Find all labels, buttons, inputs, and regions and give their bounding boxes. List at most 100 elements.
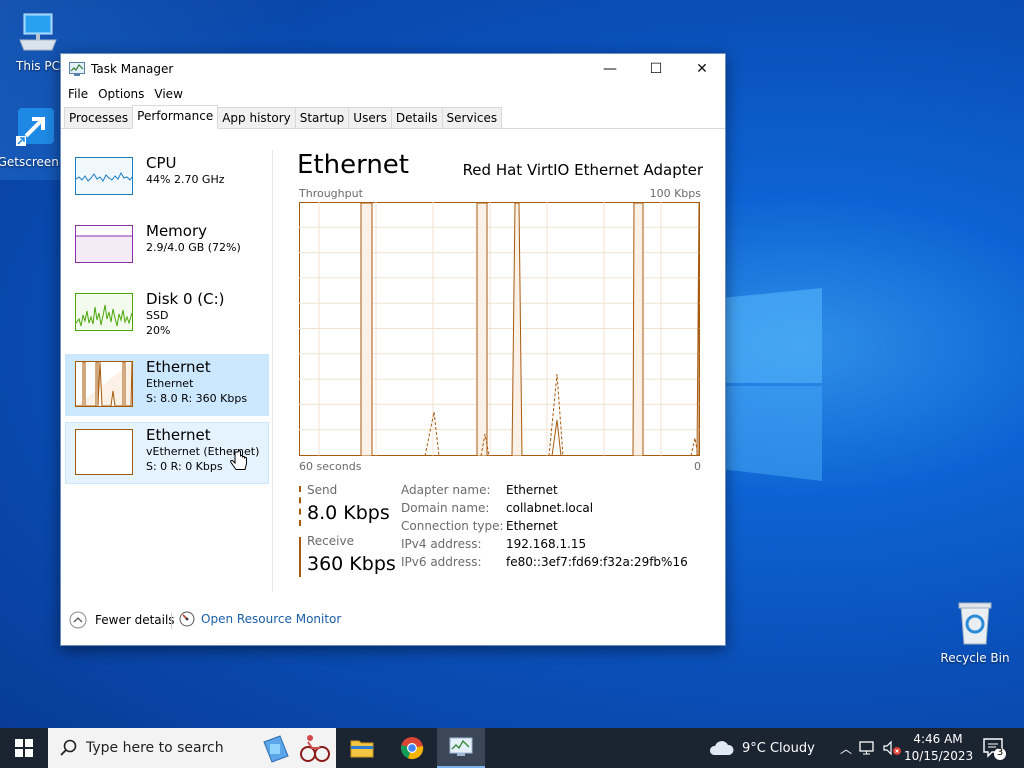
tab-bar: Processes Performance App history Startu… [61,105,725,129]
tab-details[interactable]: Details [390,107,443,128]
taskbar-chrome[interactable] [388,728,436,768]
adapter-description: Red Hat VirtIO Ethernet Adapter [462,161,703,179]
resource-title: Ethernet [146,426,211,444]
tab-services[interactable]: Services [441,107,503,128]
receive-label: Receive [307,534,354,548]
resource-item-memory[interactable]: Memory 2.9/4.0 GB (72%) [65,218,269,280]
desktop-icon-recycle-bin[interactable]: Recycle Bin [937,600,1013,665]
resource-item-cpu[interactable]: CPU 44% 2.70 GHz [65,150,269,212]
taskbar-task-manager[interactable] [437,728,485,768]
fewer-details-button[interactable]: Fewer details [69,611,175,629]
property-value: Ethernet [506,483,558,497]
fewer-details-label: Fewer details [95,613,175,627]
property-value: fe80::3ef7:fd69:f32a:29fb%16 [506,555,688,569]
resource-detail: SSD [146,309,169,322]
open-resource-monitor-link[interactable]: Open Resource Monitor [179,611,341,627]
title-bar[interactable]: Task Manager — ☐ ✕ [61,54,725,84]
notification-center-button[interactable]: 3 [982,736,1006,763]
ethernet-thumbnail-graph [75,361,133,407]
resource-detail: 2.9/4.0 GB (72%) [146,241,241,254]
tab-performance[interactable]: Performance [132,105,219,129]
resource-detail: 20% [146,324,171,337]
chrome-icon [401,737,424,760]
menu-bar: File Options View [61,84,725,104]
taskbar-file-explorer[interactable] [338,728,386,768]
resource-title: Disk 0 (C:) [146,290,225,308]
graph-min-label: 0 [694,460,701,473]
system-tray: ︿ [840,728,902,768]
property-key: Domain name: [401,501,490,515]
clock-time: 4:46 AM [913,732,963,746]
graph-time-label: 60 seconds [299,460,362,473]
notification-count: 3 [996,747,1004,758]
menu-options[interactable]: Options [93,87,149,101]
resource-item-ethernet[interactable]: Ethernet Ethernet S: 8.0 R: 360 Kbps [65,354,269,416]
receive-indicator [299,537,301,577]
volume-muted-icon[interactable] [882,740,902,756]
property-key: IPv6 address: [401,555,482,569]
send-label: Send [307,483,338,497]
start-button[interactable] [0,728,48,768]
open-resource-monitor-label: Open Resource Monitor [201,612,342,626]
tab-app-history[interactable]: App history [217,107,296,128]
resource-detail: 44% 2.70 GHz [146,173,225,186]
receive-value: 360 Kbps [307,553,396,575]
folder-icon [350,740,374,758]
cloud-icon [709,741,734,755]
minimize-button[interactable]: — [587,54,633,84]
resource-detail: S: 8.0 R: 360 Kbps [146,392,248,405]
window-title: Task Manager [91,62,174,76]
task-manager-icon [449,737,473,756]
send-indicator [299,486,303,526]
tab-processes[interactable]: Processes [64,107,134,128]
property-key: IPv4 address: [401,537,482,551]
wallpaper-pane [726,386,822,481]
weather-widget[interactable]: 9°C Cloudy [708,728,815,768]
search-highlight-icon [263,735,330,763]
resource-title: CPU [146,154,177,172]
window-footer: Fewer details Open Resource Monitor [61,607,725,635]
resource-item-vethernet[interactable]: Ethernet vEthernet (Ethernet) S: 0 R: 0 … [65,422,269,484]
resource-detail: Ethernet [146,377,194,390]
search-placeholder: Type here to search [86,740,224,756]
resource-title: Memory [146,222,208,240]
desktop-icon-label: Recycle Bin [940,651,1010,665]
property-value: 192.168.1.15 [506,537,587,551]
resource-detail: S: 0 R: 0 Kbps [146,460,223,473]
taskbar: Type here to search 9°C Cloudy ︿ 4:46 AM… [0,728,1024,768]
graph-label: Throughput [299,187,363,200]
property-value: collabnet.local [506,501,594,515]
throughput-graph [299,202,700,456]
task-manager-window: Task Manager — ☐ ✕ File Options View Pro… [60,53,726,646]
chevron-up-icon[interactable]: ︿ [840,740,852,757]
resource-monitor-icon [179,611,195,627]
disk-thumbnail-graph [75,293,133,331]
clock[interactable]: 4:46 AM 10/15/2023 [904,731,974,765]
wallpaper-pane [726,288,822,383]
close-button[interactable]: ✕ [679,54,725,84]
send-value: 8.0 Kbps [307,502,390,524]
menu-view[interactable]: View [149,87,187,101]
graph-max-label: 100 Kbps [649,187,701,200]
resource-list: CPU 44% 2.70 GHz Memory 2.9/4.0 GB (72%)… [65,150,269,490]
task-manager-icon [69,62,85,76]
cpu-thumbnail-graph [75,157,133,195]
panel-divider [272,150,273,592]
taskbar-search-box[interactable]: Type here to search [48,728,336,768]
network-icon[interactable] [858,740,876,756]
chevron-up-icon [69,611,87,629]
clock-date: 10/15/2023 [904,749,974,763]
resource-item-disk[interactable]: Disk 0 (C:) SSD 20% [65,286,269,348]
vethernet-thumbnail-graph [75,429,133,475]
search-icon [60,739,77,756]
windows-logo-icon [15,739,33,757]
resource-title: Ethernet [146,358,211,376]
property-value: Ethernet [506,519,558,533]
maximize-button[interactable]: ☐ [633,54,679,84]
menu-file[interactable]: File [63,87,93,101]
property-key: Adapter name: [401,483,491,497]
tab-startup[interactable]: Startup [294,107,350,128]
memory-thumbnail-graph [75,225,133,263]
recycle-bin-icon [937,600,1013,649]
tab-users[interactable]: Users [348,107,392,128]
